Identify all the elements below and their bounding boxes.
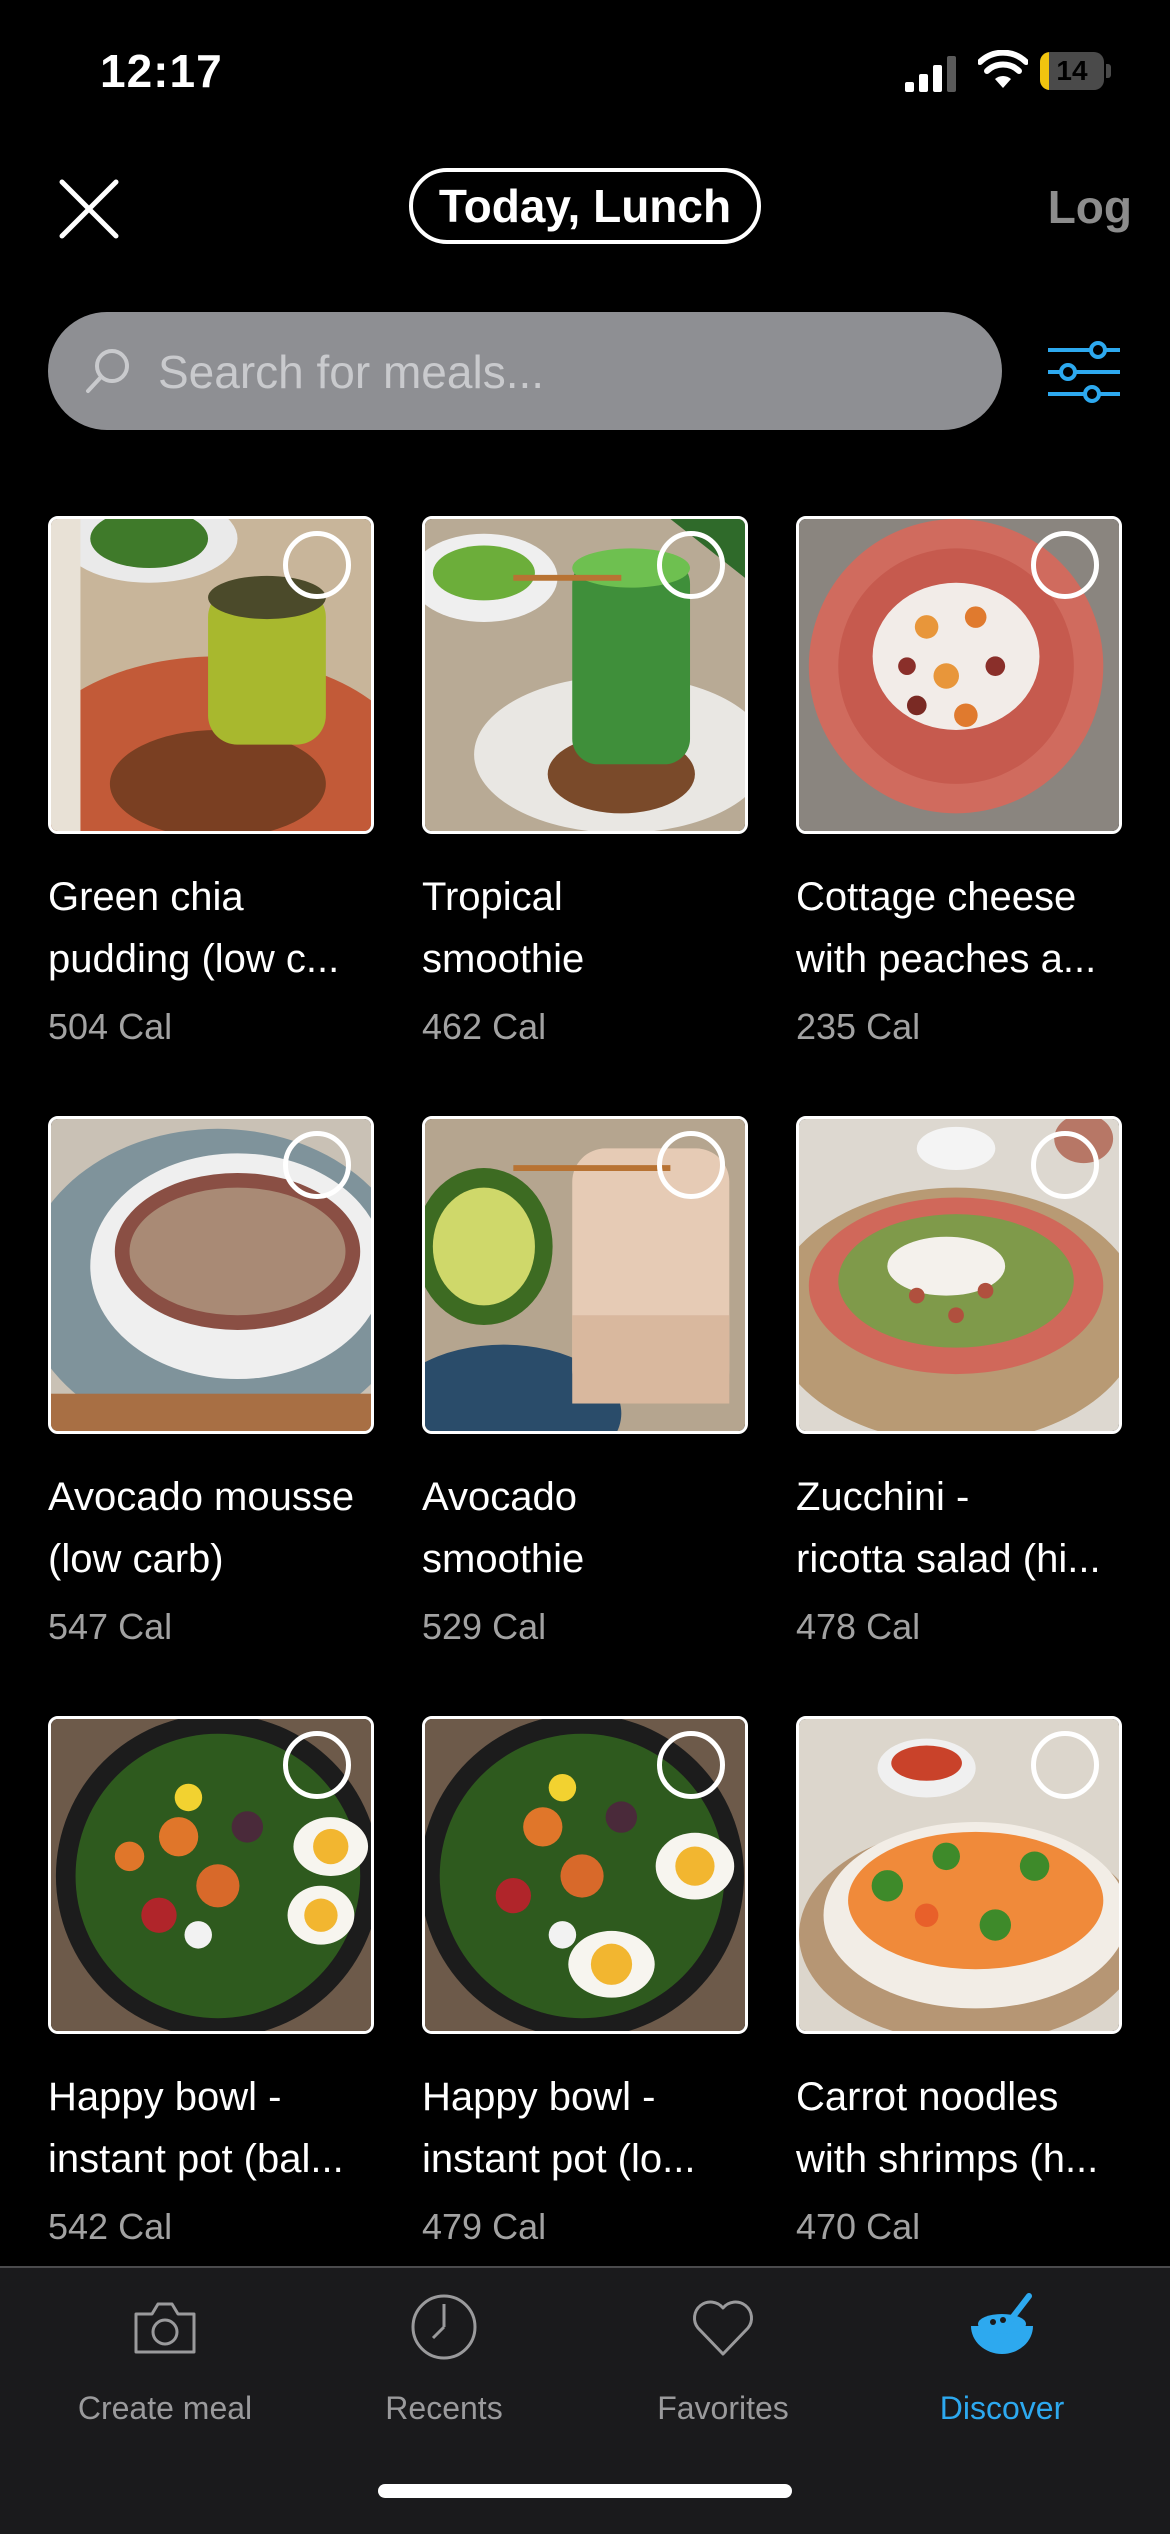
search-icon [86, 349, 129, 393]
select-meal-checkbox[interactable] [283, 1131, 351, 1199]
select-meal-checkbox[interactable] [283, 1731, 351, 1799]
wifi-icon [978, 50, 1028, 88]
tab-recents[interactable]: Recents [298, 2268, 590, 2468]
meal-image [796, 516, 1122, 834]
meal-image [48, 1716, 374, 2034]
meal-name: Avocado smoothie [422, 1475, 585, 1581]
tab-favorites[interactable]: Favorites [577, 2268, 869, 2468]
cellular-signal-icon [905, 56, 956, 92]
meal-name: Avocado mousse (low carb) [48, 1475, 355, 1581]
meal-name: Happy bowl - instant pot (lo... [422, 2075, 696, 2181]
meal-calories: 547 Cal [48, 1606, 173, 1647]
tab-discover[interactable]: Discover [856, 2268, 1148, 2468]
meal-calories: 529 Cal [422, 1606, 547, 1647]
filter-icon[interactable] [1046, 340, 1122, 404]
tab-label: Recents [385, 2390, 503, 2426]
select-meal-checkbox[interactable] [657, 1131, 725, 1199]
meal-name: Cottage cheese with peaches a... [796, 875, 1097, 981]
select-meal-checkbox[interactable] [657, 531, 725, 599]
select-meal-checkbox[interactable] [1031, 1131, 1099, 1199]
status-bar: 12:17 14 [0, 0, 1170, 150]
tab-label: Create meal [77, 2390, 253, 2426]
tab-label: Favorites [657, 2390, 789, 2426]
meal-calories: 235 Cal [796, 1006, 921, 1047]
meal-image [48, 516, 374, 834]
meal-image [48, 1116, 374, 1434]
select-meal-checkbox[interactable] [283, 531, 351, 599]
meal-image [422, 516, 748, 834]
battery-level: 14 [1056, 55, 1088, 86]
meal-name: Happy bowl - instant pot (bal... [48, 2075, 344, 2181]
meal-name: Zucchini - ricotta salad (hi... [796, 1475, 1101, 1581]
meal-calories: 542 Cal [48, 2206, 173, 2247]
meal-image [796, 1716, 1122, 2034]
clock-icon [411, 2294, 477, 2360]
meal-image [796, 1116, 1122, 1434]
meal-calories: 462 Cal [422, 1006, 547, 1047]
bowl-icon [971, 2293, 1033, 2354]
meal-calories: 470 Cal [796, 2206, 921, 2247]
tab-label: Discover [939, 2390, 1065, 2426]
select-meal-checkbox[interactable] [1031, 1731, 1099, 1799]
meal-calories: 479 Cal [422, 2206, 547, 2247]
meal-name: Green chia pudding (low c... [48, 875, 340, 981]
meal-image [422, 1716, 748, 2034]
home-indicator[interactable] [378, 2484, 792, 2498]
search-input[interactable] [156, 312, 980, 432]
camera-icon [134, 2302, 196, 2354]
meal-context-selector[interactable]: Today, Lunch [409, 168, 761, 244]
meal-calories: 478 Cal [796, 1606, 921, 1647]
search-bar[interactable] [48, 312, 1002, 432]
tab-create-meal[interactable]: Create meal [19, 2268, 311, 2468]
close-icon[interactable] [58, 178, 120, 240]
heart-icon [693, 2300, 753, 2356]
meal-image [422, 1116, 748, 1434]
battery-icon: 14 [1040, 52, 1112, 92]
select-meal-checkbox[interactable] [1031, 531, 1099, 599]
log-button[interactable]: Log [1048, 180, 1132, 234]
meal-name: Tropical smoothie [422, 875, 585, 981]
status-time: 12:17 [100, 45, 223, 97]
meal-name: Carrot noodles with shrimps (h... [796, 2075, 1099, 2181]
select-meal-checkbox[interactable] [657, 1731, 725, 1799]
meal-calories: 504 Cal [48, 1006, 173, 1047]
